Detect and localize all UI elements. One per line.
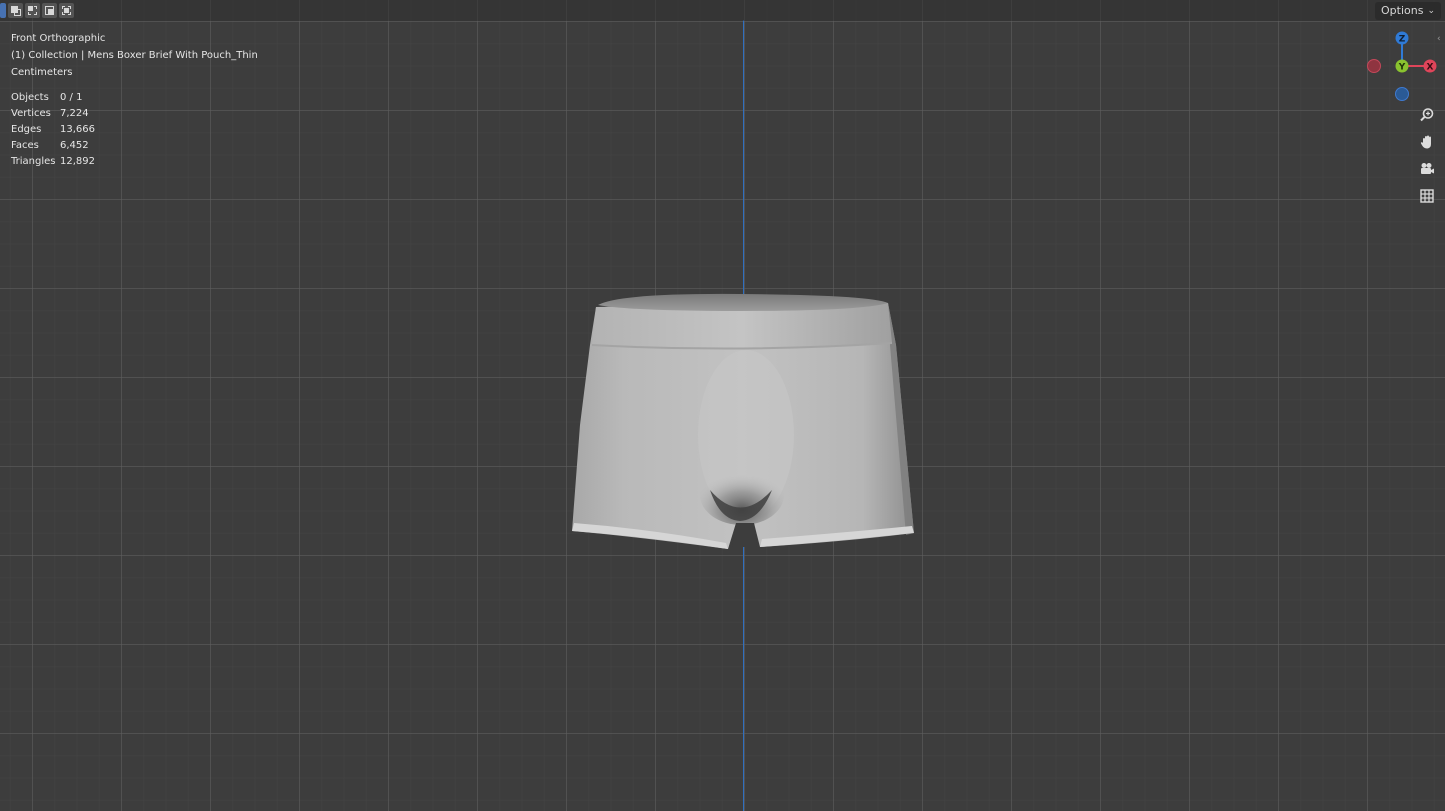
y-axis-label: Y — [1398, 63, 1406, 73]
hand-pan-icon — [1420, 135, 1431, 149]
chevron-down-icon: ⌄ — [1427, 6, 1435, 16]
subtract-selection-button[interactable] — [25, 3, 40, 18]
intersect-selection-button[interactable] — [59, 3, 74, 18]
ortho-toggle-button[interactable] — [1414, 183, 1440, 209]
stat-label: Vertices — [11, 108, 51, 119]
navigation-gizmo[interactable]: Z X Y — [1362, 28, 1442, 108]
stat-label: Objects — [11, 92, 49, 103]
3d-viewport[interactable]: Options ⌄ Front Orthographic (1) Collect… — [0, 0, 1445, 811]
collection-line: (1) Collection | Mens Boxer Brief With P… — [11, 50, 258, 61]
pan-button[interactable] — [1414, 129, 1440, 155]
camera-view-button[interactable] — [1414, 156, 1440, 182]
options-dropdown[interactable]: Options ⌄ — [1375, 2, 1441, 20]
stat-value: 0 / 1 — [60, 92, 83, 103]
set-new-selection-button[interactable] — [0, 3, 6, 18]
x-axis-label: X — [1427, 63, 1434, 73]
stat-row-objects: Objects 0 / 1 — [11, 90, 258, 106]
stat-row-faces: Faces 6,452 — [11, 138, 258, 154]
extend-selection-button[interactable] — [8, 3, 23, 18]
unit-system: Centimeters — [11, 67, 73, 78]
stat-label: Faces — [11, 140, 39, 151]
navigation-tools — [1414, 102, 1440, 210]
selection-mode-buttons — [0, 3, 74, 18]
viewport-text-overlay: Front Orthographic (1) Collection | Mens… — [11, 30, 258, 170]
stat-row-triangles: Triangles 12,892 — [11, 154, 258, 170]
stat-value: 13,666 — [60, 124, 95, 135]
z-axis-label: Z — [1399, 35, 1406, 45]
neg-x-axis-handle — [1367, 59, 1381, 73]
invert-selection-button[interactable] — [42, 3, 57, 18]
stat-row-edges: Edges 13,666 — [11, 122, 258, 138]
stat-value: 7,224 — [60, 108, 89, 119]
chevron-left-icon[interactable]: ‹ — [1437, 34, 1441, 44]
zoom-icon — [1420, 108, 1434, 122]
view-name: Front Orthographic — [11, 33, 106, 44]
stat-label: Triangles — [11, 156, 56, 167]
options-label: Options — [1381, 4, 1424, 17]
camera-icon — [1421, 163, 1434, 174]
stat-value: 6,452 — [60, 140, 89, 151]
zoom-button[interactable] — [1414, 102, 1440, 128]
stat-value: 12,892 — [60, 156, 95, 167]
neg-z-axis-handle — [1395, 87, 1409, 101]
viewport-header: Options ⌄ — [0, 0, 1445, 21]
stat-label: Edges — [11, 124, 42, 135]
stat-row-vertices: Vertices 7,224 — [11, 106, 258, 122]
grid-ortho-icon — [1420, 189, 1434, 203]
boxer-brief-mesh[interactable] — [560, 285, 930, 560]
